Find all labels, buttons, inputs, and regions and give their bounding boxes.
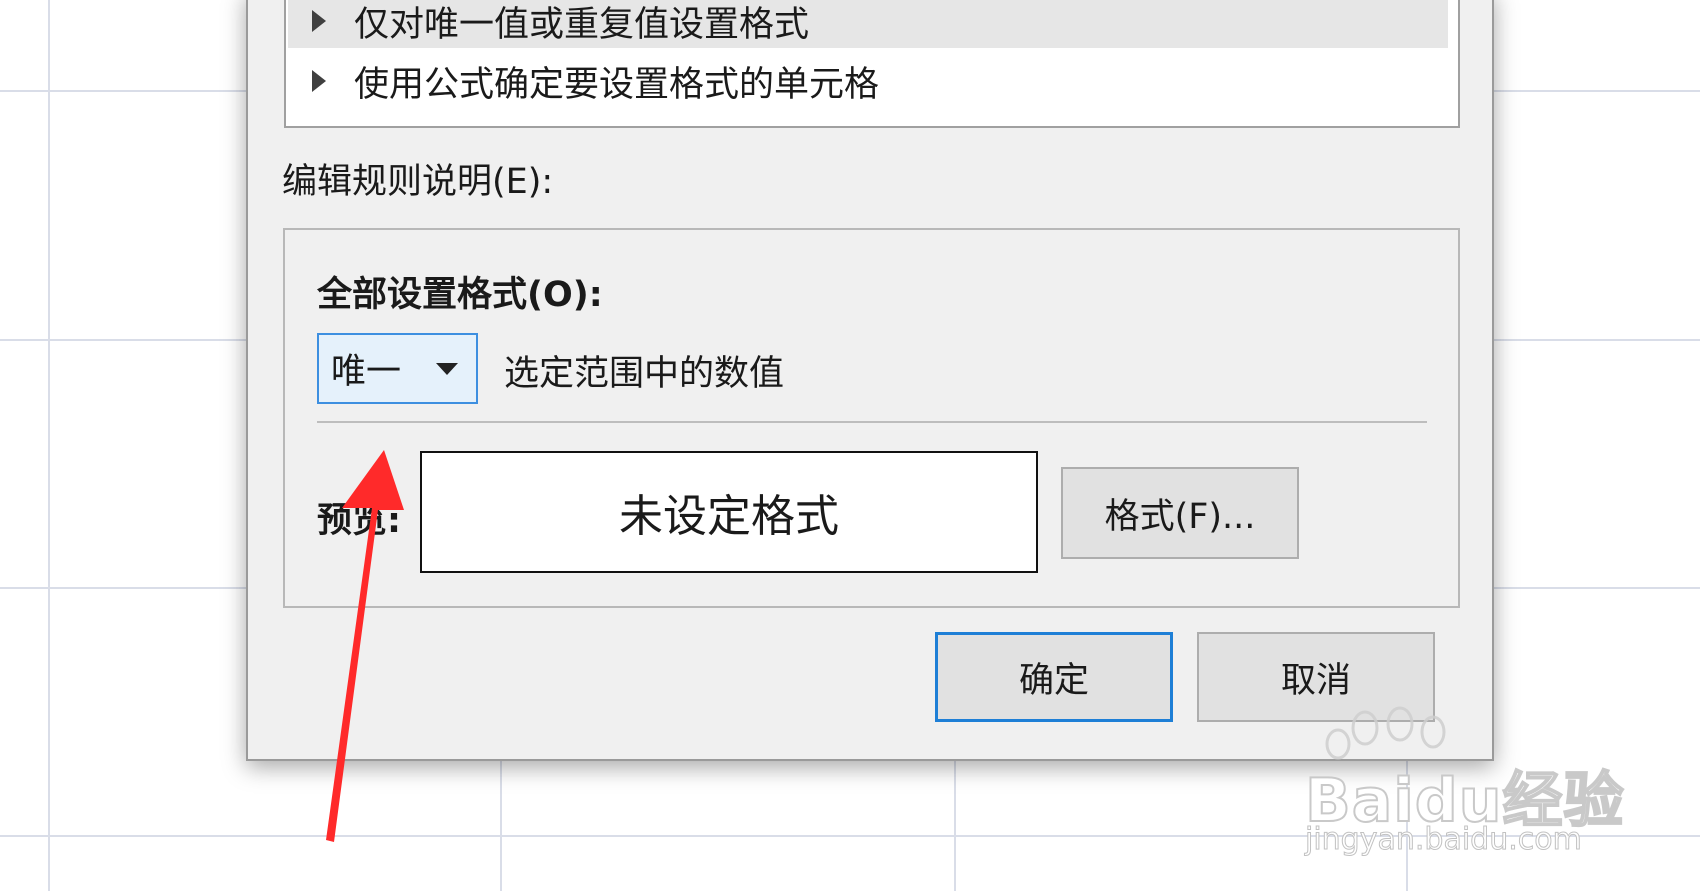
watermark-url: jingyan.baidu.com (1305, 822, 1583, 858)
